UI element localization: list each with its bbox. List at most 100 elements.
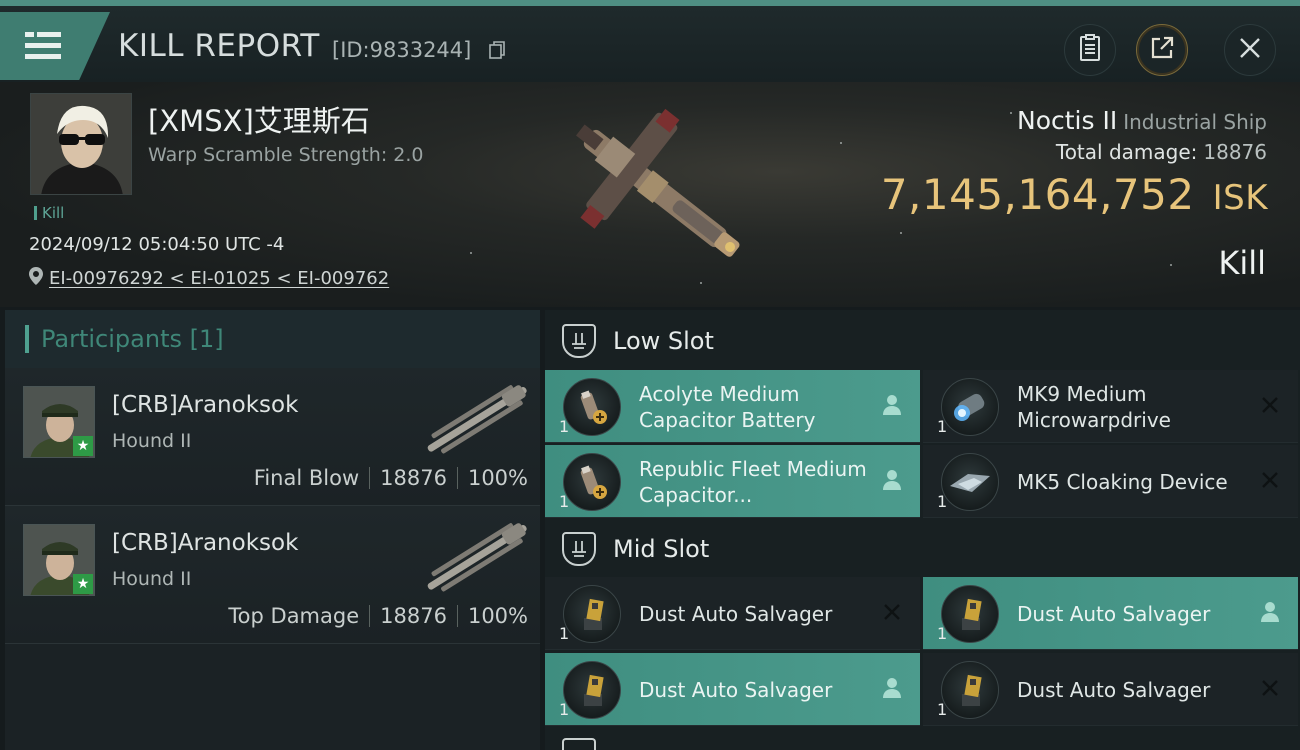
- mid-slot-header: Mid Slot: [545, 520, 1300, 578]
- victim-ship-name[interactable]: Noctis II Industrial Ship: [1017, 106, 1267, 135]
- participant-ship: Hound II: [112, 430, 192, 452]
- salvager-icon: [941, 661, 999, 719]
- kill-location[interactable]: EI-00976292 < EI-01025 < EI-009762: [29, 267, 389, 290]
- participant-damage: 18876: [380, 466, 447, 490]
- cloaking-device-icon: [941, 453, 999, 511]
- dropped-pilot-icon: [880, 393, 904, 417]
- module-qty: 1: [559, 624, 570, 643]
- participant-ship-image: [415, 378, 540, 463]
- participant-percent: 100%: [467, 466, 528, 490]
- ship-name: Noctis II: [1017, 106, 1118, 135]
- capacitor-battery-icon: [563, 453, 621, 511]
- total-damage: Total damage: 18876: [1056, 140, 1267, 164]
- header-accent-bar: [25, 325, 29, 353]
- clipboard-button[interactable]: [1064, 24, 1116, 76]
- location-pin-icon: [29, 267, 43, 290]
- isk-unit: ISK: [1212, 178, 1268, 218]
- total-damage-label: Total damage:: [1055, 140, 1198, 164]
- module-slot[interactable]: 1 Republic Fleet Medium Capacitor...: [545, 445, 920, 518]
- module-qty: 1: [937, 700, 948, 719]
- module-slot[interactable]: 1 Dust Auto Salvager: [923, 653, 1298, 726]
- victim-portrait[interactable]: [30, 93, 132, 195]
- kill-result: Kill: [1218, 244, 1266, 282]
- low-slot-title: Low Slot: [613, 327, 714, 355]
- module-name: MK9 Medium Microwarpdrive: [1017, 381, 1171, 432]
- victim-name[interactable]: [XMSX]艾理斯石: [148, 98, 370, 140]
- isk-value: 7,145,164,752 ISK: [881, 170, 1268, 219]
- share-button[interactable]: [1136, 24, 1188, 76]
- mid-slot-icon: [562, 532, 596, 566]
- microwarpdrive-icon: [941, 378, 999, 436]
- stat-divider: [456, 605, 458, 627]
- module-slot[interactable]: 1 MK9 Medium Microwarpdrive: [923, 370, 1298, 443]
- next-slot-header-edge: [562, 738, 596, 750]
- clipboard-icon: [1078, 34, 1102, 66]
- module-name: MK5 Cloaking Device: [1017, 469, 1228, 494]
- victim-ship-image: [530, 92, 770, 282]
- participants-header: Participants [1]: [5, 310, 540, 368]
- close-button[interactable]: [1224, 24, 1276, 76]
- module-qty: 1: [937, 417, 948, 436]
- module-slot[interactable]: 1 Dust Auto Salvager: [545, 653, 920, 726]
- participant-stats: Final Blow 18876 100%: [254, 466, 528, 490]
- participant-portrait[interactable]: ★: [23, 524, 95, 596]
- menu-button[interactable]: [0, 12, 110, 80]
- kill-summary: [XMSX]艾理斯石 Warp Scramble Strength: 2.0 K…: [0, 82, 1300, 307]
- participant-row[interactable]: ★ [CRB]Aranoksok Hound II Final Blow 188…: [5, 368, 540, 506]
- module-slot[interactable]: 1 Acolyte Medium Capacitor Battery: [545, 370, 920, 443]
- module-name: Dust Auto Salvager: [639, 677, 833, 702]
- destroyed-x-icon: [1258, 393, 1282, 417]
- participant-ship: Hound II: [112, 568, 192, 590]
- fitting-panel: Low Slot 1 Acolyte Medium Capacitor Batt…: [545, 310, 1300, 750]
- participants-panel: Participants [1] ★ [CRB]Aranoksok Hound …: [5, 310, 540, 750]
- module-qty: 1: [559, 492, 570, 511]
- report-id: [ID:9833244]: [332, 38, 472, 62]
- participants-title: Participants [1]: [41, 325, 224, 353]
- participant-name[interactable]: [CRB]Aranoksok: [112, 530, 298, 556]
- dropped-pilot-icon: [1258, 600, 1282, 624]
- dropped-pilot-icon: [880, 676, 904, 700]
- dropped-pilot-icon: [880, 468, 904, 492]
- participant-portrait[interactable]: ★: [23, 386, 95, 458]
- module-name: Dust Auto Salvager: [1017, 677, 1211, 702]
- salvager-icon: [563, 585, 621, 643]
- module-slot[interactable]: 1 Dust Auto Salvager: [923, 577, 1298, 650]
- ship-class: Industrial Ship: [1123, 110, 1267, 134]
- module-name: Republic Fleet Medium Capacitor...: [639, 456, 867, 507]
- isk-amount: 7,145,164,752: [880, 170, 1195, 219]
- page-title: KILL REPORT: [118, 28, 320, 64]
- mid-slot-title: Mid Slot: [613, 535, 710, 563]
- star-icon: ★: [73, 436, 93, 456]
- star-icon: ★: [73, 574, 93, 594]
- module-qty: 1: [937, 624, 948, 643]
- participant-name[interactable]: [CRB]Aranoksok: [112, 392, 298, 418]
- kill-type-tag: Kill: [34, 206, 64, 221]
- module-qty: 1: [559, 417, 570, 436]
- location-link[interactable]: EI-00976292 < EI-01025 < EI-009762: [49, 268, 389, 289]
- participant-ship-image: [415, 516, 540, 601]
- kill-datetime: 2024/09/12 05:04:50 UTC -4: [29, 234, 285, 255]
- module-name: Dust Auto Salvager: [639, 601, 833, 626]
- stat-divider: [369, 467, 371, 489]
- stat-divider: [456, 467, 458, 489]
- destroyed-x-icon: [880, 600, 904, 624]
- low-slot-header: Low Slot: [545, 312, 1300, 370]
- participant-role: Top Damage: [228, 604, 360, 628]
- participant-role: Final Blow: [253, 466, 360, 490]
- participant-percent: 100%: [467, 604, 528, 628]
- module-name: Acolyte Medium Capacitor Battery: [639, 381, 816, 432]
- salvager-icon: [563, 661, 621, 719]
- module-slot[interactable]: 1 Dust Auto Salvager: [545, 577, 920, 650]
- participant-damage: 18876: [380, 604, 447, 628]
- total-damage-value: 18876: [1203, 140, 1267, 164]
- top-bar: KILL REPORT [ID:9833244]: [0, 0, 1300, 82]
- module-name: Dust Auto Salvager: [1017, 601, 1211, 626]
- copy-icon[interactable]: [488, 40, 506, 60]
- salvager-icon: [941, 585, 999, 643]
- module-slot[interactable]: 1 MK5 Cloaking Device: [923, 445, 1298, 518]
- participant-row[interactable]: ★ [CRB]Aranoksok Hound II Top Damage 188…: [5, 506, 540, 644]
- share-icon: [1149, 35, 1175, 65]
- module-qty: 1: [937, 492, 948, 511]
- module-qty: 1: [559, 700, 570, 719]
- participant-stats: Top Damage 18876 100%: [228, 604, 528, 628]
